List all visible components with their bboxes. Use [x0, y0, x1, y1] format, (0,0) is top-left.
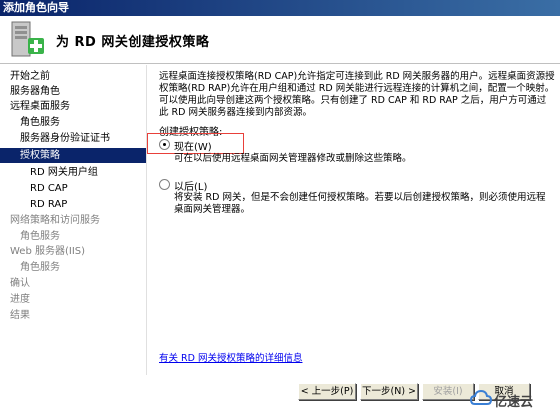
sidebar-item-rd-rap[interactable]: RD RAP — [0, 197, 146, 212]
sidebar-item-web-server-iis: Web 服务器(IIS) — [10, 246, 86, 257]
sidebar-item-role-services[interactable]: 角色服务 — [0, 115, 146, 130]
sidebar-item-confirmation: 确认 — [10, 278, 30, 289]
sidebar-item-server-auth-cert[interactable]: 服务器身份验证证书 — [0, 131, 146, 146]
watermark: 亿速云 — [470, 388, 556, 410]
radio-later[interactable] — [159, 179, 170, 190]
sidebar-item-authorization-policies[interactable]: 授权策略 — [0, 148, 146, 163]
radio-later-label[interactable]: 以后(L) — [174, 178, 207, 193]
sidebar-item-progress: 进度 — [10, 294, 30, 305]
watermark-text: 亿速云 — [494, 395, 534, 410]
sidebar-item-before-you-begin[interactable]: 开始之前 — [0, 69, 146, 84]
sidebar-item-rd-cap[interactable]: RD CAP — [0, 181, 146, 196]
wizard-sidebar: 开始之前 服务器角色 远程桌面服务 角色服务 服务器身份验证证书 授权策略 RD… — [0, 65, 146, 413]
sidebar-item-results: 结果 — [10, 310, 30, 321]
next-button[interactable]: 下一步(N) > — [360, 383, 418, 400]
sidebar-item-role-services-npas: 角色服务 — [20, 231, 60, 242]
install-button[interactable]: 安装(I) — [422, 383, 474, 400]
wizard-content: 远程桌面连接授权策略(RD CAP)允许指定可连接到此 RD 网关服务器的用户。… — [146, 65, 560, 375]
page-title: 为 RD 网关创建授权策略 — [56, 35, 210, 50]
radio-now[interactable] — [159, 139, 170, 150]
previous-button[interactable]: < 上一步(P) — [298, 383, 356, 400]
cloud-logo-icon — [470, 389, 492, 405]
window-titlebar: 添加角色向导 — [0, 0, 560, 16]
more-info-link[interactable]: 有关 RD 网关授权策略的详细信息 — [159, 350, 302, 364]
wizard-header: 为 RD 网关创建授权策略 — [0, 16, 560, 64]
page-description: 远程桌面连接授权策略(RD CAP)允许指定可连接到此 RD 网关服务器的用户。… — [159, 71, 555, 118]
radio-now-description: 可在以后使用远程桌面网关管理器修改或删除这些策略。 — [174, 153, 412, 164]
radio-later-description: 将安装 RD 网关，但是不会创建任何授权策略。若要以后创建授权策略，则必须使用远… — [174, 192, 546, 215]
window-title: 添加角色向导 — [3, 1, 69, 14]
server-add-icon — [11, 21, 44, 57]
sidebar-item-network-policy-access: 网络策略和访问服务 — [10, 215, 100, 226]
sidebar-item-remote-desktop-services[interactable]: 远程桌面服务 — [0, 99, 146, 114]
sidebar-item-server-roles[interactable]: 服务器角色 — [0, 84, 146, 99]
sidebar-item-role-services-iis: 角色服务 — [20, 262, 60, 273]
sidebar-item-rd-gateway-user-groups[interactable]: RD 网关用户组 — [0, 165, 146, 180]
radio-now-label[interactable]: 现在(W) — [174, 138, 212, 153]
